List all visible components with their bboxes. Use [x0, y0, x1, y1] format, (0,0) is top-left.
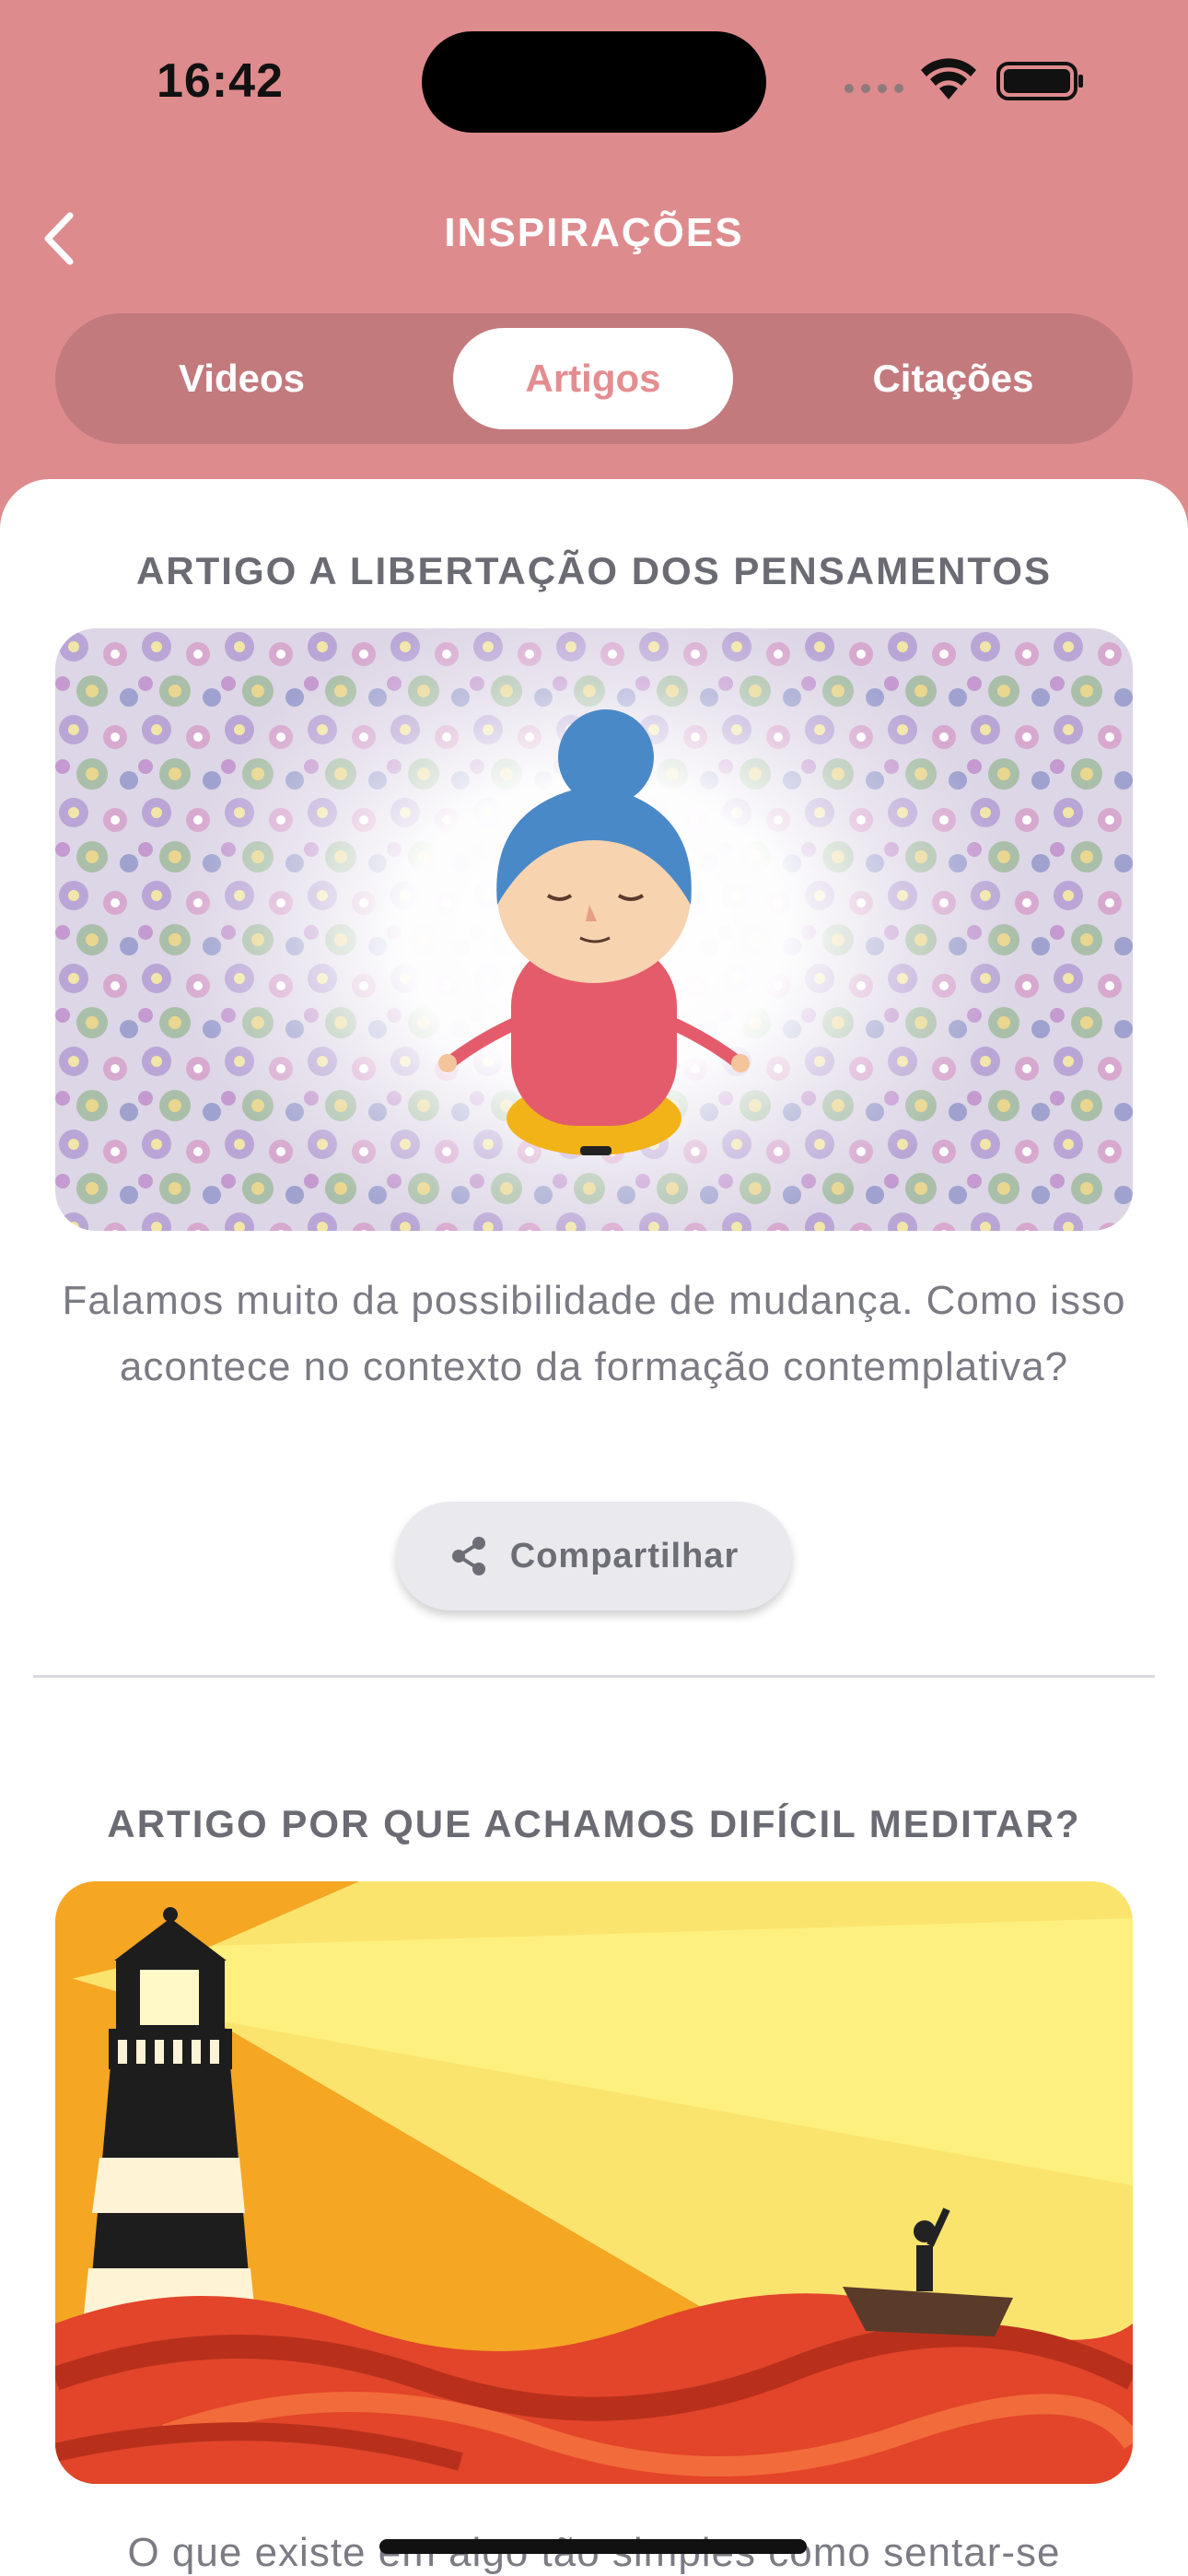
battery-icon — [996, 62, 1083, 100]
dynamic-island — [422, 31, 766, 133]
share-icon — [451, 1537, 485, 1575]
article-image-meditation[interactable] — [55, 628, 1133, 1231]
divider — [33, 1675, 1155, 1678]
segmented-tabs: Videos Artigos Citações — [55, 313, 1133, 444]
article-excerpt: Falamos muito da possibilidade de mudanç… — [62, 1278, 1126, 1389]
share-label: Compartilhar — [509, 1536, 740, 1575]
wifi-icon — [921, 58, 976, 100]
page-title: INSPIRAÇÕES — [444, 210, 744, 255]
status-time: 16:42 — [157, 54, 284, 108]
home-indicator[interactable] — [379, 2539, 807, 2554]
tab-artigos[interactable]: Artigos — [453, 328, 733, 429]
tab-citacoes[interactable]: Citações — [792, 328, 1114, 429]
article-title: ARTIGO A LIBERTAÇÃO DOS PENSAMENTOS — [135, 549, 1053, 592]
article-image-lighthouse[interactable] — [55, 1881, 1133, 2484]
cellular-signal-icon — [844, 84, 903, 93]
status-bar: 16:42 — [0, 0, 1188, 157]
tab-videos[interactable]: Videos — [74, 328, 410, 429]
article-title: ARTIGO POR QUE ACHAMOS DIFÍCIL MEDITAR? — [107, 1802, 1081, 1845]
articles-list: ARTIGO A LIBERTAÇÃO DOS PENSAMENTOS Fala… — [0, 479, 1188, 2576]
share-button[interactable]: Compartilhar — [396, 1502, 792, 1610]
